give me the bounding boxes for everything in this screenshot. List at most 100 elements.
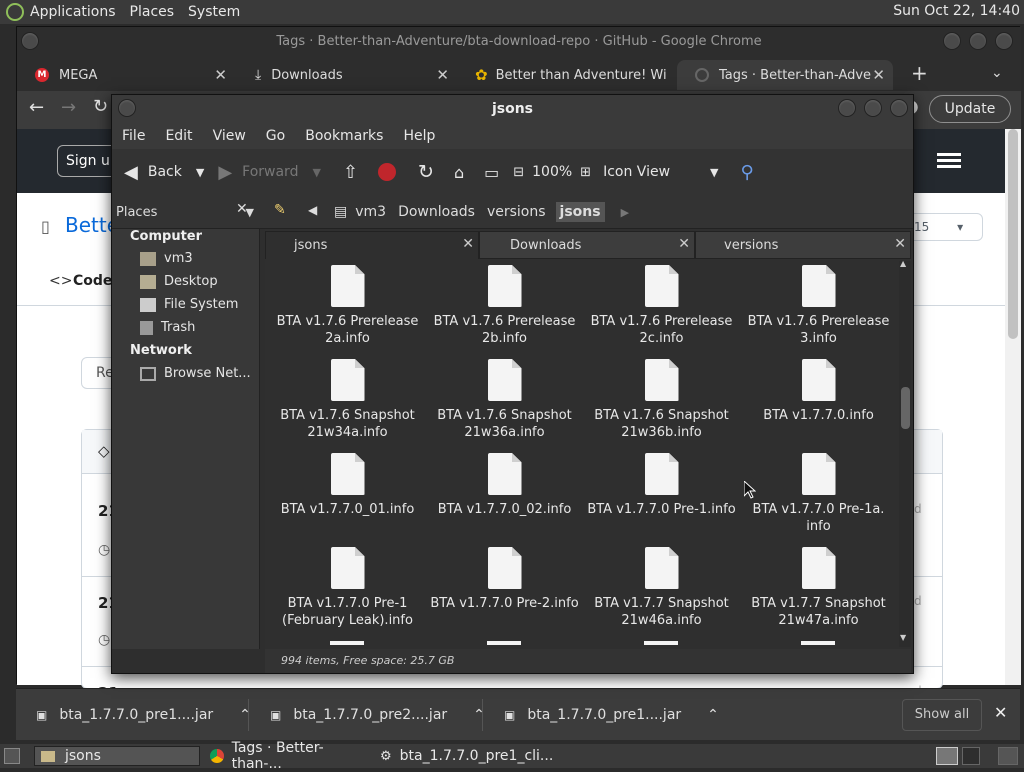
menu-go[interactable]: Go <box>266 128 285 144</box>
reload-icon[interactable]: ↻ <box>418 161 434 183</box>
view-tab-downloads[interactable]: Downloads ✕ <box>479 231 695 259</box>
browser-forward-icon[interactable]: → <box>61 97 76 118</box>
tab-search-chevron-icon[interactable]: ⌄ <box>991 65 1003 81</box>
file-item[interactable]: BTA v1.7.6 Prerelease 3.info <box>740 265 897 347</box>
chevron-up-icon[interactable]: ⌃ <box>707 707 719 723</box>
file-item[interactable]: BTA v1.7.6 Snapshot 21w34a.info <box>269 359 426 441</box>
new-tab-button[interactable]: + <box>911 61 928 85</box>
file-item[interactable]: BTA v1.7.6 Snapshot 21w36a.info <box>426 359 583 441</box>
close-tab-icon[interactable]: ✕ <box>894 236 906 252</box>
file-item[interactable]: BTA v1.7.6 Prerelease 2c.info <box>583 265 740 347</box>
breadcrumb-versions[interactable]: versions <box>487 204 546 220</box>
menu-applications[interactable]: Applications <box>30 4 116 20</box>
file-item[interactable]: BTA v1.7.7.0 Pre-2.info <box>426 547 583 612</box>
page-scrollbar-thumb[interactable] <box>1008 129 1018 339</box>
close-tab-icon[interactable]: ✕ <box>678 236 690 252</box>
show-desktop-icon[interactable] <box>4 748 20 764</box>
browser-reload-icon[interactable]: ↻ <box>93 96 108 117</box>
task-jsons[interactable]: jsons <box>34 746 200 766</box>
zoom-in-icon[interactable]: ⊞ <box>580 165 591 180</box>
search-icon[interactable]: ⚲ <box>740 162 753 183</box>
workspace-switcher-2[interactable] <box>962 747 980 765</box>
menu-bookmarks[interactable]: Bookmarks <box>305 128 383 144</box>
download-item[interactable]: ▣ bta_1.7.7.0_pre2....jar ⌃ <box>270 689 485 741</box>
minimize-button[interactable] <box>943 32 961 50</box>
file-view-scrollbar-thumb[interactable] <box>901 387 910 429</box>
forward-history-chevron-icon[interactable]: ▼ <box>312 166 320 179</box>
file-item[interactable]: BTA v1.7.7.0 Pre-1.info <box>583 453 740 518</box>
stop-icon[interactable] <box>378 163 397 181</box>
close-tab-icon[interactable]: ✕ <box>214 66 227 84</box>
file-item[interactable]: BTA v1.7.7.0.info <box>740 359 897 424</box>
file-item[interactable]: BTA v1.7.7.0 Pre-1a. info <box>740 453 897 535</box>
maximize-button[interactable] <box>969 32 987 50</box>
minimize-button[interactable] <box>838 99 856 117</box>
sidebar-item-trash[interactable]: Trash <box>140 320 195 335</box>
close-tab-icon[interactable]: ✕ <box>872 66 885 84</box>
browser-back-icon[interactable]: ← <box>29 97 44 118</box>
tab-bta[interactable]: ✿ Better than Adventure! Wi <box>457 60 675 90</box>
close-tab-icon[interactable]: ✕ <box>462 236 474 252</box>
workspace-switcher[interactable] <box>936 747 958 765</box>
maximize-button[interactable] <box>864 99 882 117</box>
breadcrumb-left-icon[interactable]: ◀ <box>308 203 317 217</box>
back-history-chevron-icon[interactable]: ▼ <box>196 166 204 179</box>
sidebar-item-vm3[interactable]: vm3 <box>140 251 193 266</box>
file-item[interactable]: BTA v1.7.7 Snapshot 21w47a.info <box>740 547 897 629</box>
close-sidebar-icon[interactable]: ✕ <box>236 201 248 217</box>
task-installer[interactable]: ⚙ bta_1.7.7.0_pre1_cli... <box>374 746 553 766</box>
task-chrome[interactable]: Tags · Better-than-... <box>204 740 370 772</box>
view-mode-select[interactable]: Icon View ▼ <box>603 164 718 180</box>
page-scrollbar[interactable] <box>1005 129 1021 685</box>
sidebar-item-file-system[interactable]: File System <box>140 297 238 312</box>
home-icon[interactable]: ⌂ <box>454 163 464 182</box>
file-item[interactable]: BTA v1.7.7.0 Pre-1 (February Leak).info <box>269 547 426 629</box>
window-menu-button[interactable] <box>118 99 136 117</box>
close-shelf-icon[interactable]: ✕ <box>994 703 1007 722</box>
file-view-scrollbar[interactable]: ▲ ▼ <box>899 259 911 647</box>
menu-system[interactable]: System <box>188 4 240 20</box>
trash-applet-icon[interactable] <box>998 747 1018 765</box>
tab-github-tags[interactable]: Tags · Better-than-Advent ✕ <box>677 60 893 90</box>
sidebar-item-desktop[interactable]: Desktop <box>140 274 218 289</box>
window-menu-button[interactable] <box>21 32 39 50</box>
sidebar-item-browse-network[interactable]: Browse Net... <box>140 366 251 381</box>
breadcrumb-downloads[interactable]: Downloads <box>398 204 475 220</box>
file-item[interactable]: BTA v1.7.6 Snapshot 21w36b.info <box>583 359 740 441</box>
up-arrow-icon[interactable]: ⇧ <box>343 162 358 183</box>
panel-clock[interactable]: Sun Oct 22, 14:40 <box>893 3 1020 19</box>
breadcrumb-jsons[interactable]: jsons <box>555 202 605 222</box>
menu-places[interactable]: Places <box>130 4 175 20</box>
tab-mega[interactable]: M MEGA ✕ <box>17 60 235 90</box>
download-item[interactable]: ▣ bta_1.7.7.0_pre1....jar ⌃ <box>504 689 719 741</box>
menu-edit[interactable]: Edit <box>165 128 192 144</box>
sidebar-selector[interactable]: Places ▼ <box>116 201 254 223</box>
file-item[interactable]: BTA v1.7.7 Snapshot 21w46a.info <box>583 547 740 629</box>
chevron-up-icon[interactable]: ⌃ <box>473 707 485 723</box>
file-item[interactable]: BTA v1.7.7.0_02.info <box>426 453 583 518</box>
menu-help[interactable]: Help <box>403 128 435 144</box>
breadcrumb-right-icon[interactable]: ▶ <box>621 206 629 219</box>
scroll-down-icon[interactable]: ▼ <box>900 633 906 642</box>
edit-location-icon[interactable]: ✎ <box>274 202 286 218</box>
forward-button[interactable]: ▶ Forward <box>218 162 298 183</box>
download-item[interactable]: ▣ bta_1.7.7.0_pre1....jar ⌃ <box>36 689 251 741</box>
view-tab-jsons[interactable]: jsons ✕ <box>265 231 479 259</box>
menu-file[interactable]: File <box>122 128 145 144</box>
menu-view[interactable]: View <box>213 128 246 144</box>
view-tab-versions[interactable]: versions ✕ <box>695 231 911 259</box>
show-all-button[interactable]: Show all <box>902 699 982 731</box>
close-window-button[interactable] <box>890 99 908 117</box>
close-tab-icon[interactable]: ✕ <box>436 66 449 84</box>
chevron-up-icon[interactable]: ⌃ <box>239 707 251 723</box>
close-window-button[interactable] <box>995 32 1013 50</box>
file-item[interactable]: BTA v1.7.6 Prerelease 2b.info <box>426 265 583 347</box>
back-button[interactable]: ◀ Back <box>124 162 182 183</box>
zoom-out-icon[interactable]: ⊟ <box>513 165 524 180</box>
star-count[interactable]: 15 ▾ <box>907 213 983 241</box>
tab-downloads[interactable]: ⤓ Downloads ✕ <box>237 60 457 90</box>
file-item[interactable]: BTA v1.7.7.0_01.info <box>269 453 426 518</box>
breadcrumb-vm3[interactable]: vm3 <box>355 204 386 220</box>
computer-icon[interactable]: ▭ <box>484 163 499 182</box>
gnome-foot-icon[interactable] <box>6 3 24 21</box>
